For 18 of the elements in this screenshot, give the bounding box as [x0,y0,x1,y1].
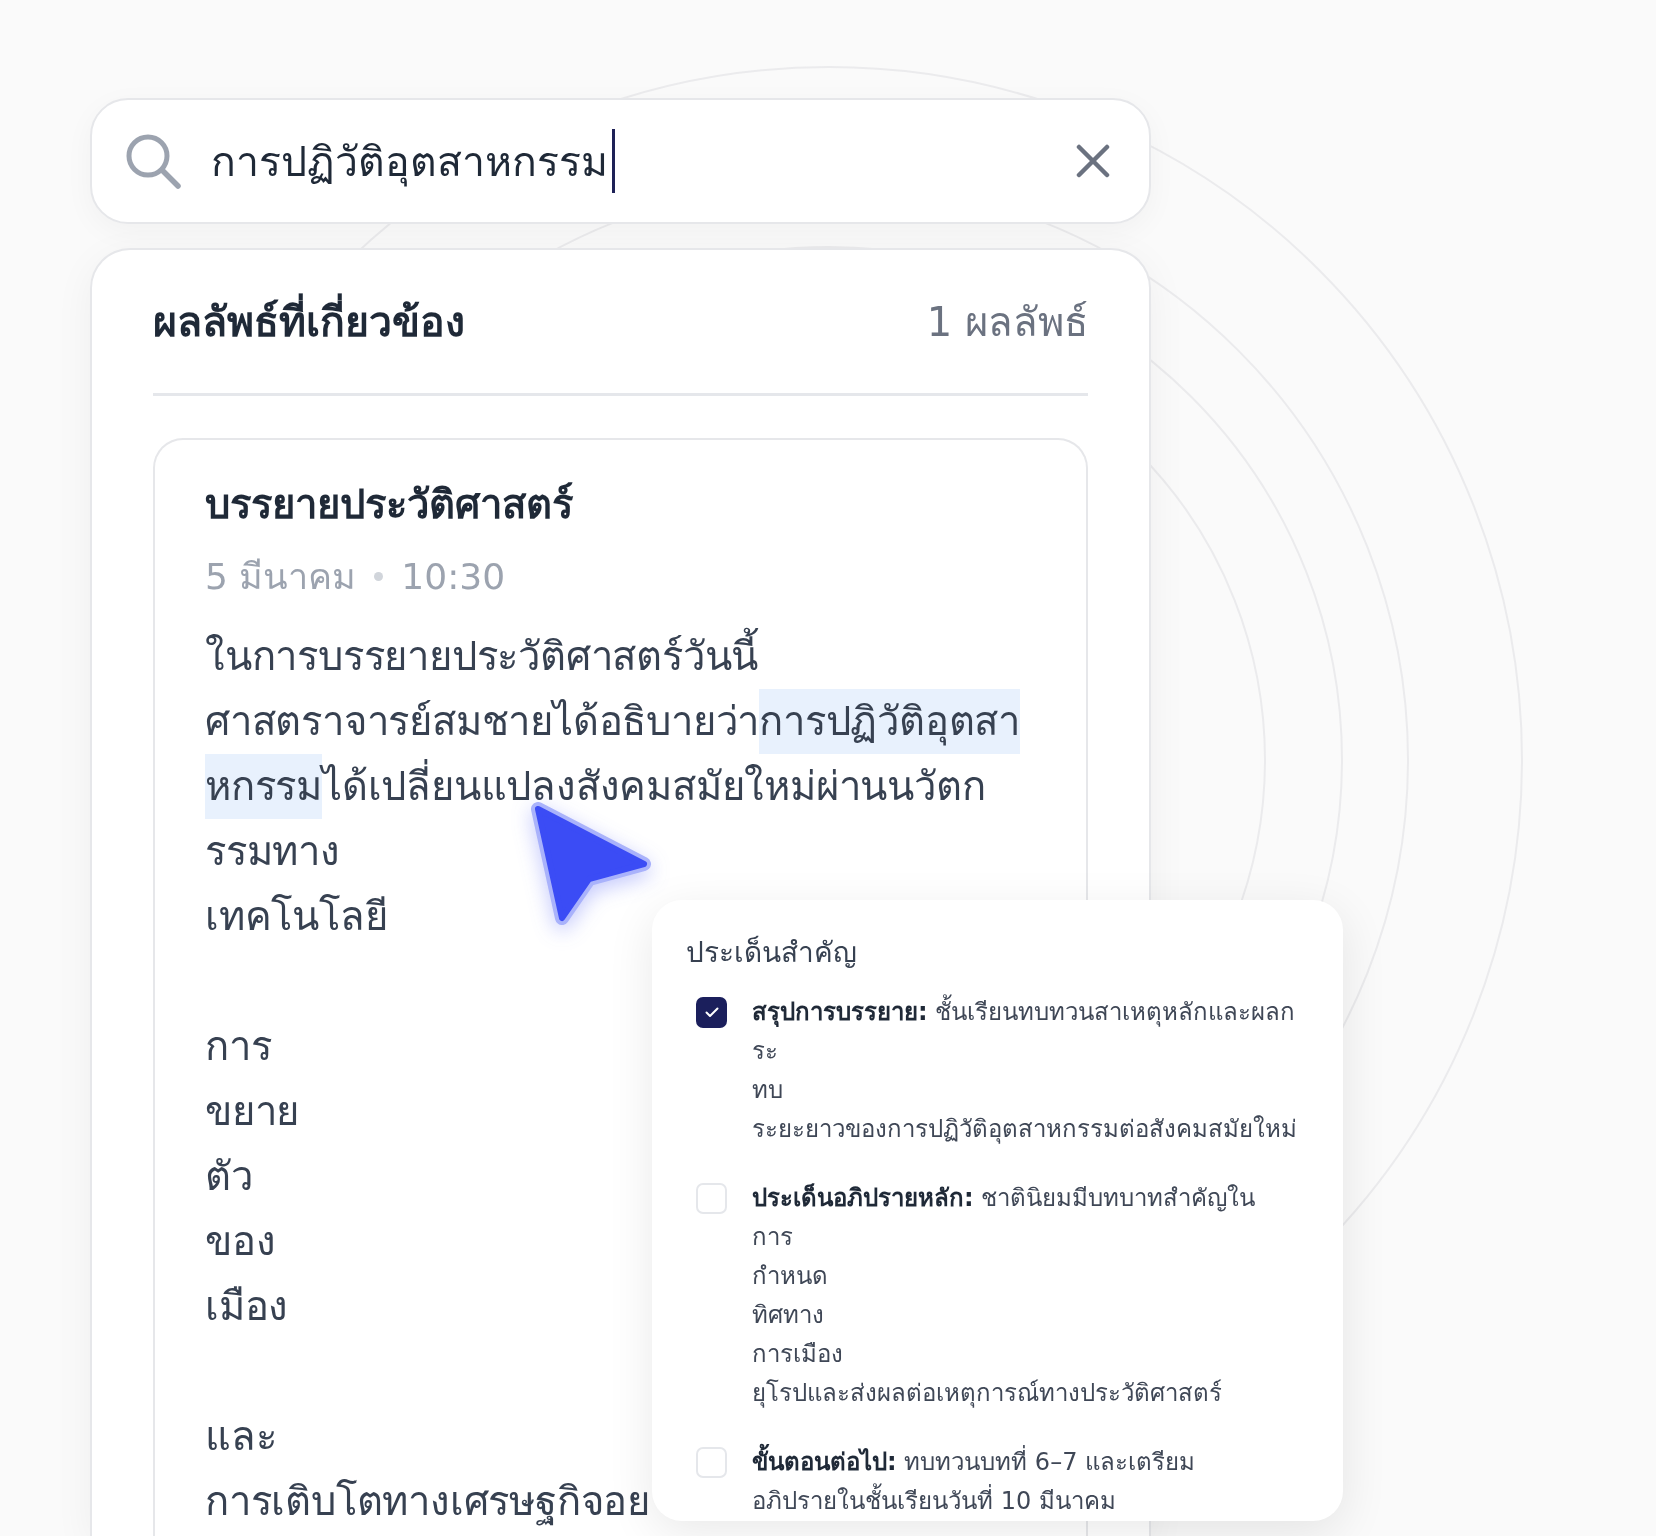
close-icon [1076,144,1110,178]
note-paragraph: และ การเติบโตทางเศรษฐกิจอย [205,1412,650,1528]
results-count: 1 ผลลัพธ์ [926,297,1088,347]
search-icon [125,133,181,189]
text-cursor-icon [612,129,615,193]
result-time: 10:30 [401,555,506,597]
key-point-text: ประเด็นอภิปรายหลัก: ชาตินิยมมีบทบาทสำคัญใน การ กำหนด ทิศทาง การเมือง ยุโรปและส่งผลต่อเหตุการณ์ทางประวัติศาสตร์ [752,1182,1256,1410]
key-point-text: สรุปการบรรยาย: ชั้นเรียนทบทวนสาเหตุหลักและผลก ระ ทบ ระยะยาวของการปฏิวัติอุตสาหกรรมต่อสังคมสมัยใหม่ [752,993,1297,1149]
result-date: 5 มีนาคม [205,554,357,599]
separator-dot-icon [374,571,384,581]
checkmark-icon [704,1007,719,1018]
results-heading: ผลลัพธ์ที่เกี่ยวข้อง [153,289,465,354]
search-field[interactable]: การปฏิวัติอุตสาหกรรม [90,98,1151,224]
checkbox[interactable] [696,997,727,1028]
note-paragraph: การ ขยาย ตัว ของ เมือง [205,1022,300,1331]
clear-button[interactable] [1076,144,1110,178]
result-title: บรรยายประวัติศาสตร์ [205,480,573,529]
key-point-text: ขั้นตอนต่อไป: ทบทวนบทที่ 6–7 และเตรียม อภิปรายในชั้นเรียนวันที่ 10 มีนาคม [752,1443,1196,1521]
